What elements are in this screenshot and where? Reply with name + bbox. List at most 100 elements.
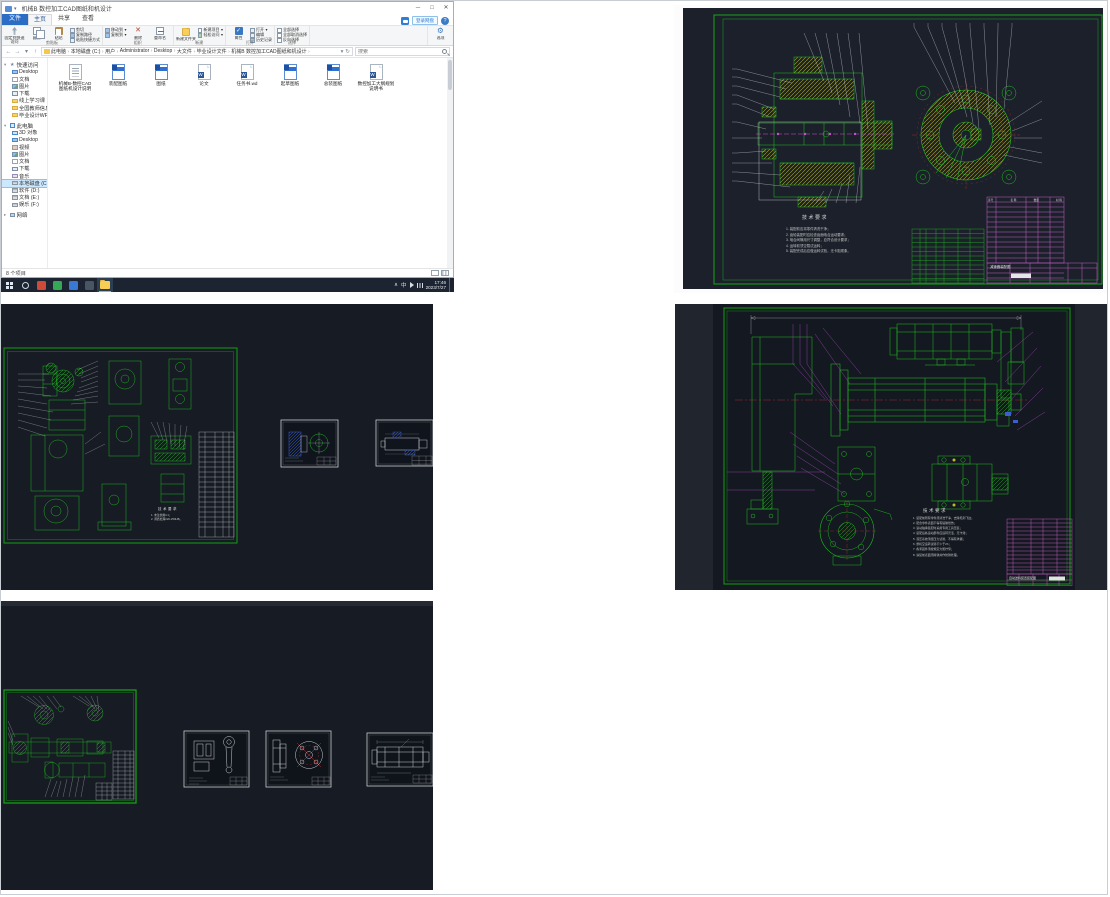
- network-header[interactable]: ▸ 网络: [2, 211, 47, 219]
- recent-locations-chevron[interactable]: ▾: [23, 48, 30, 55]
- file-item[interactable]: 任务书.wd: [228, 64, 266, 86]
- search-input[interactable]: [358, 49, 442, 55]
- breadcrumb-item[interactable]: 用户: [105, 48, 120, 55]
- sidebar-item[interactable]: 线上学习课: [2, 97, 47, 104]
- tray-chevron-up-icon[interactable]: ∧: [394, 282, 398, 288]
- breadcrumb-item[interactable]: 毕业设计文件: [197, 48, 232, 55]
- breadcrumb-item[interactable]: 大文件: [177, 48, 197, 55]
- help-icon[interactable]: ?: [441, 17, 449, 25]
- sidebar-item[interactable]: Desktop: [2, 137, 47, 144]
- taskbar-app-3[interactable]: [65, 278, 81, 292]
- properties-button[interactable]: ✓ 属性: [228, 27, 249, 40]
- taskbar-app-4[interactable]: [81, 278, 97, 292]
- sidebar-item-icon: [12, 84, 18, 89]
- thumbnail-view-icon[interactable]: [441, 270, 449, 276]
- sidebar-item[interactable]: 图片: [2, 83, 47, 90]
- copy-button[interactable]: 复制: [26, 27, 47, 40]
- tab-view[interactable]: 查看: [76, 14, 100, 25]
- tech-requirements-lines: 1. 装配前所有零件须清洗干净，去除毛刺飞边；2. 配合零件表面不得有磕碰划伤；…: [913, 516, 1007, 558]
- back-button[interactable]: ←: [5, 49, 12, 55]
- tech-line: 5. 装配完成后应做运转试验，无卡阻现象。: [786, 249, 916, 255]
- up-button[interactable]: ↑: [32, 49, 39, 55]
- file-item[interactable]: 装配图纸: [99, 64, 137, 86]
- taskbar-explorer-button[interactable]: [97, 278, 113, 292]
- breadcrumb-item[interactable]: Desktop: [154, 48, 177, 55]
- cad-sheet-cylinder: 技术要求 1. 装配前所有零件须清洗干净，去除毛刺飞边；2. 配合零件表面不得有…: [675, 304, 1108, 590]
- breadcrumb-item[interactable]: 机械B 数控加工CAD图纸和机设计: [231, 48, 311, 55]
- tab-home[interactable]: 主页: [28, 14, 52, 25]
- quick-access-header[interactable]: ▾ ★ 快速访问: [2, 61, 47, 69]
- volume-icon[interactable]: [410, 282, 414, 288]
- copy-to-button[interactable]: 复制到▾: [105, 33, 127, 38]
- sidebar-item[interactable]: 软件 (D:): [2, 187, 47, 194]
- scrollbar[interactable]: [447, 58, 453, 268]
- refresh-icon[interactable]: ↻: [345, 49, 350, 55]
- file-item[interactable]: 起草图纸: [271, 64, 309, 86]
- new-folder-button[interactable]: 新建文件夹: [176, 27, 197, 41]
- scrollbar-thumb[interactable]: [448, 60, 452, 90]
- bom-header-cell: 材 料: [1056, 198, 1062, 202]
- easy-access-button[interactable]: 轻松访问▾: [198, 33, 224, 38]
- breadcrumb-item[interactable]: 本地磁盘 (C:): [71, 48, 105, 55]
- sidebar-item-icon: [12, 195, 18, 200]
- breadcrumb-item[interactable]: 此电脑: [51, 48, 71, 55]
- breadcrumb-item[interactable]: Administrator: [120, 48, 154, 55]
- delete-button[interactable]: ✕ 删除: [128, 27, 149, 40]
- address-dropdown-chevron[interactable]: ▾: [341, 49, 344, 55]
- paste-icon: [55, 27, 63, 35]
- sidebar-item[interactable]: 视频: [2, 144, 47, 151]
- file-item[interactable]: 论文: [185, 64, 223, 86]
- rename-button[interactable]: 重命名: [150, 27, 171, 40]
- file-item[interactable]: 数控加工大纲规划说明书: [357, 64, 395, 91]
- tab-share[interactable]: 共享: [52, 14, 76, 25]
- sidebar-item-icon: [12, 174, 18, 179]
- sidebar-item[interactable]: 文档: [2, 158, 47, 165]
- network-tray-icon[interactable]: [417, 283, 423, 288]
- organize-small-buttons: 移动到▾ 复制到▾: [105, 27, 127, 38]
- tab-file[interactable]: 文件: [2, 14, 28, 25]
- details-view-icon[interactable]: [431, 270, 439, 276]
- file-item[interactable]: 机械B-数控CAD图纸机设计说明: [56, 64, 94, 91]
- minimize-button[interactable]: ─: [411, 2, 425, 15]
- new-small-buttons: 新建项目▾ 轻松访问▾: [198, 27, 224, 38]
- file-icon: [327, 64, 340, 80]
- sidebar-item[interactable]: Desktop: [2, 69, 47, 76]
- this-pc-header[interactable]: ▾ 此电脑: [2, 122, 47, 130]
- clock[interactable]: 17:46 2023/7/27: [426, 280, 446, 290]
- maximize-button[interactable]: □: [425, 2, 439, 15]
- sidebar-item[interactable]: 本地磁盘 (C:): [2, 180, 47, 187]
- cut-icon: [70, 28, 75, 33]
- sidebar-item[interactable]: 毕业设计WPCF: [2, 112, 47, 119]
- paste-button[interactable]: 粘贴: [48, 27, 69, 40]
- file-item[interactable]: 图纸: [142, 64, 180, 86]
- close-button[interactable]: ✕: [439, 2, 453, 15]
- sidebar-item[interactable]: 3D 对象: [2, 129, 47, 136]
- sidebar-item[interactable]: 下载: [2, 90, 47, 97]
- sidebar-item[interactable]: 下载: [2, 165, 47, 172]
- options-button[interactable]: ⚙ 选项: [430, 27, 451, 40]
- sidebar-item-label: 全国教师信息管理C: [19, 105, 47, 112]
- copy-icon: [33, 27, 41, 35]
- netdisk-login-button[interactable]: 登录网盘: [412, 16, 438, 25]
- sidebar-item[interactable]: 文档 (E:): [2, 194, 47, 201]
- sidebar-item[interactable]: 文档: [2, 76, 47, 83]
- sidebar-item[interactable]: 音乐: [2, 172, 47, 179]
- bom-header-cell: 名 称: [1010, 198, 1016, 202]
- cortana-search-button[interactable]: [17, 278, 33, 292]
- qat-customize-icon[interactable]: ▾: [14, 6, 17, 12]
- search-box[interactable]: [355, 47, 450, 56]
- sidebar-item[interactable]: 图片: [2, 151, 47, 158]
- ribbon-group-select: 全部选择 全部取消选择 反向选择 选择: [275, 26, 310, 45]
- sidebar-item[interactable]: 全国教师信息管理C: [2, 104, 47, 111]
- show-desktop-button[interactable]: [449, 278, 451, 292]
- start-button[interactable]: [1, 278, 17, 292]
- sidebar-item[interactable]: 娱乐 (F:): [2, 201, 47, 208]
- sidebar-item-label: 文档: [19, 76, 29, 83]
- forward-button[interactable]: →: [14, 49, 21, 55]
- quick-access-toolbar: ▾: [5, 6, 17, 12]
- breadcrumb[interactable]: 此电脑本地磁盘 (C:)用户AdministratorDesktop大文件毕业设…: [41, 47, 353, 56]
- taskbar-app-1[interactable]: [33, 278, 49, 292]
- ime-indicator[interactable]: 中: [401, 281, 407, 289]
- taskbar-app-2[interactable]: [49, 278, 65, 292]
- file-item[interactable]: 总装图纸: [314, 64, 352, 86]
